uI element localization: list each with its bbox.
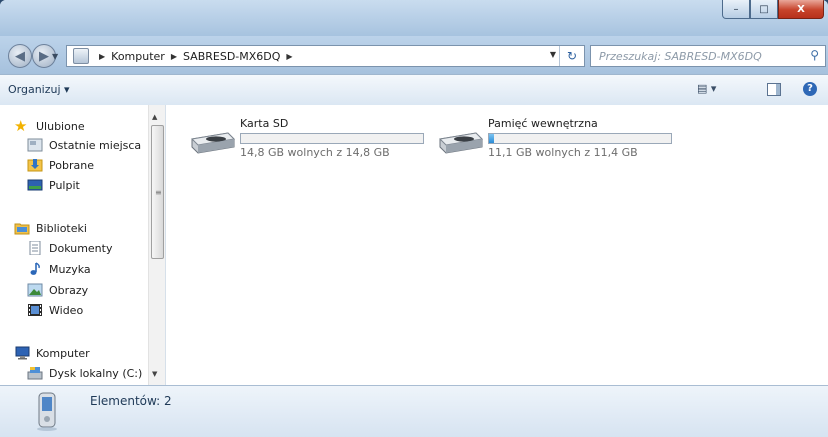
preview-pane-icon[interactable] [767, 83, 781, 96]
device-item[interactable]: Karta SD 14,8 GB wolnych z 14,8 GB [188, 105, 424, 159]
breadcrumb-separator-icon[interactable]: ▶ [171, 52, 177, 61]
desktop-icon [27, 179, 43, 191]
sidebar-item-local-disk[interactable]: Dysk lokalny (C:) [27, 364, 142, 382]
favorites-label: Ulubione [36, 119, 85, 133]
back-arrow-icon: ◀ [15, 48, 25, 64]
navigation-scrollbar[interactable]: ▲ ≡ ▼ [148, 105, 165, 385]
local-disk-icon [27, 367, 43, 380]
forward-arrow-icon: ▶ [39, 48, 49, 64]
scroll-down-icon[interactable]: ▼ [152, 370, 157, 378]
sidebar-item-label: Pulpit [49, 178, 80, 192]
star-icon: ★ [14, 117, 28, 135]
sidebar-item-label: Muzyka [49, 262, 91, 276]
navigation-pane: ★ Ulubione Ostatnie miejsca Pobrane Pulp… [0, 105, 166, 385]
music-icon [30, 262, 40, 275]
item-count: Elementów: 2 [90, 394, 172, 408]
breadcrumb-separator-icon[interactable]: ▶ [99, 52, 105, 61]
favorites-group[interactable]: ★ Ulubione [14, 117, 85, 135]
device-size: 11,1 GB wolnych z 11,4 GB [488, 146, 638, 159]
computer-icon [15, 346, 30, 360]
refresh-button[interactable]: ↻ [559, 46, 584, 66]
device-item[interactable]: Pamięć wewnętrzna 11,1 GB wolnych z 11,4… [436, 105, 672, 159]
portable-device-icon [37, 392, 57, 431]
window-controls: – □ X [722, 0, 824, 20]
title-bar: – □ X [0, 0, 828, 36]
sidebar-item-label: Obrazy [49, 283, 89, 297]
recent-places-icon [27, 138, 43, 152]
sidebar-item-label: Pobrane [49, 158, 94, 172]
sidebar-item-label: Dysk lokalny (C:) [49, 366, 143, 380]
scroll-up-icon[interactable]: ▲ [152, 113, 157, 121]
documents-icon [29, 241, 41, 255]
breadcrumb-device[interactable]: SABRESD-MX6DQ [183, 50, 280, 63]
removable-drive-icon [190, 132, 236, 154]
sidebar-item-downloads[interactable]: Pobrane [27, 156, 94, 174]
sidebar-item-pictures[interactable]: Obrazy [27, 281, 88, 299]
libraries-label: Biblioteki [36, 221, 87, 235]
capacity-bar [488, 133, 672, 144]
command-bar: Organizuj ▾ ▤ ▾ ? [0, 74, 828, 106]
explorer-window: – □ X ◀ ▶ ▼ ▶ Komputer ▶ SABRESD-MX6DQ ▶… [0, 0, 828, 437]
search-box[interactable]: Przeszukaj: SABRESD-MX6DQ ⚲ [590, 45, 826, 67]
pictures-icon [27, 283, 43, 297]
details-pane: Elementów: 2 [0, 385, 828, 437]
content-area: Karta SD 14,8 GB wolnych z 14,8 GB Pamię… [166, 105, 828, 385]
sidebar-item-recent-places[interactable]: Ostatnie miejsca [27, 136, 141, 154]
sidebar-item-documents[interactable]: Dokumenty [27, 239, 112, 257]
maximize-button[interactable]: □ [750, 0, 778, 19]
sidebar-item-videos[interactable]: Wideo [27, 301, 83, 319]
address-dropdown-icon[interactable]: ▼ [550, 50, 556, 59]
minimize-button[interactable]: – [722, 0, 750, 19]
device-name: Karta SD [240, 117, 289, 130]
internal-storage-icon [438, 132, 484, 154]
computer-label: Komputer [36, 346, 90, 360]
device-size: 14,8 GB wolnych z 14,8 GB [240, 146, 390, 159]
search-icon[interactable]: ⚲ [810, 48, 819, 62]
sidebar-item-label: Dokumenty [49, 241, 113, 255]
sidebar-item-desktop[interactable]: Pulpit [27, 176, 80, 194]
device-info: Pamięć wewnętrzna 11,1 GB wolnych z 11,4… [488, 117, 672, 159]
views-dropdown: ▾ [710, 82, 717, 95]
libraries-group[interactable]: Biblioteki [14, 219, 87, 237]
help-icon[interactable]: ? [803, 82, 817, 96]
sidebar-item-label: Wideo [49, 303, 84, 317]
address-bar[interactable]: ▶ Komputer ▶ SABRESD-MX6DQ ▶ ▼ ↻ [66, 45, 585, 67]
grip-icon: ≡ [155, 188, 162, 197]
navigation-bar: ◀ ▶ ▼ ▶ Komputer ▶ SABRESD-MX6DQ ▶ ▼ ↻ P… [0, 36, 828, 74]
breadcrumb-separator-icon[interactable]: ▶ [286, 52, 292, 61]
videos-icon [28, 304, 42, 316]
downloads-folder-icon [27, 159, 43, 172]
refresh-icon: ↻ [566, 49, 578, 63]
libraries-icon [14, 223, 30, 235]
recent-pages-dropdown[interactable]: ▼ [52, 52, 58, 61]
organize-menu[interactable]: Organizuj ▾ [8, 83, 70, 96]
change-view-button[interactable]: ▤ ▾ [697, 82, 716, 95]
capacity-fill [489, 134, 494, 143]
sidebar-item-music[interactable]: Muzyka [27, 260, 91, 278]
breadcrumb-komputer[interactable]: Komputer [111, 50, 165, 63]
views-icon: ▤ [697, 82, 708, 95]
device-name: Pamięć wewnętrzna [488, 117, 598, 130]
sidebar-item-label: Ostatnie miejsca [49, 138, 142, 152]
device-info: Karta SD 14,8 GB wolnych z 14,8 GB [240, 117, 424, 159]
close-button[interactable]: X [778, 0, 824, 19]
scrollbar-thumb[interactable]: ≡ [151, 125, 164, 259]
computer-group[interactable]: Komputer [14, 344, 90, 362]
capacity-bar [240, 133, 424, 144]
computer-icon [73, 48, 89, 64]
back-button[interactable]: ◀ [8, 44, 32, 68]
search-placeholder: Przeszukaj: SABRESD-MX6DQ [599, 49, 762, 63]
